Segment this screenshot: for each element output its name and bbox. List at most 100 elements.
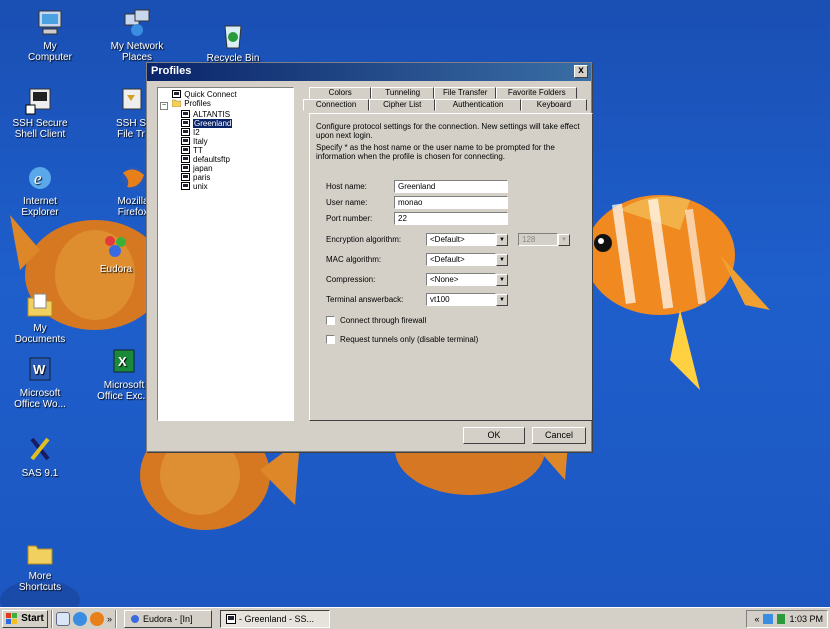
desktop-icon-recycle-bin[interactable]: Recycle Bin xyxy=(193,20,273,64)
profile-tree[interactable]: Quick Connect − Profiles ALTANTIS Greenla… xyxy=(157,87,294,421)
dropdown-arrow-icon[interactable]: ▼ xyxy=(496,293,508,306)
tree-node-quick-connect[interactable]: Quick Connect xyxy=(160,90,291,99)
tunnels-checkbox[interactable] xyxy=(326,335,335,344)
desktop-icon-ssh-client[interactable]: SSH Secure Shell Client xyxy=(0,85,80,140)
quick-launch-chevron[interactable]: » xyxy=(107,614,112,624)
network-icon[interactable] xyxy=(763,614,774,624)
tree-node-label: TT xyxy=(193,146,203,155)
taskbar: Start » Eudora - [In] - Greenland - SS..… xyxy=(0,607,830,629)
host-name-field[interactable]: Greenland xyxy=(394,180,508,193)
tree-node-profile[interactable]: Greenland xyxy=(160,119,291,128)
quick-launch: » xyxy=(56,611,112,626)
tab-cipher-list[interactable]: Cipher List xyxy=(369,99,436,111)
cancel-button[interactable]: Cancel xyxy=(532,427,586,444)
mac-row: MAC algorithm: <Default> ▼ xyxy=(326,253,508,266)
folder-icon xyxy=(27,545,53,565)
tree-node-profiles[interactable]: − Profiles xyxy=(160,99,291,110)
internet-explorer-icon[interactable] xyxy=(73,611,87,626)
tree-node-label: defaultsftp xyxy=(193,155,230,164)
compression-select[interactable]: <None> ▼ xyxy=(426,273,508,286)
firewall-checkbox[interactable] xyxy=(326,316,335,325)
task-greenland-label: - Greenland - SS... xyxy=(239,613,315,624)
tab-file-transfer[interactable]: File Transfer xyxy=(433,87,497,99)
tab-keyboard[interactable]: Keyboard xyxy=(520,99,587,111)
sas-icon xyxy=(30,437,50,461)
tray-chevron[interactable]: « xyxy=(754,614,759,624)
firewall-checkbox-row[interactable]: Connect through firewall xyxy=(326,316,426,325)
dropdown-arrow-icon[interactable]: ▼ xyxy=(496,253,508,266)
encryption-select[interactable]: <Default> ▼ xyxy=(426,233,508,246)
dropdown-arrow-icon[interactable]: ▼ xyxy=(496,233,508,246)
show-desktop-icon[interactable] xyxy=(56,611,70,626)
ssh-client-icon xyxy=(25,88,51,115)
tab-tunneling[interactable]: Tunneling xyxy=(371,87,434,99)
profile-icon xyxy=(172,90,182,98)
svg-text:e: e xyxy=(34,169,42,188)
port-row: Port number: 22 xyxy=(326,212,508,225)
my-computer-icon xyxy=(38,10,62,35)
desktop-icon-sas[interactable]: SAS 9.1 xyxy=(0,435,80,479)
compression-label: Compression: xyxy=(326,275,376,284)
dialog-titlebar[interactable]: Profiles x xyxy=(147,63,591,81)
ok-button[interactable]: OK xyxy=(463,427,525,444)
port-label: Port number: xyxy=(326,214,373,223)
desktop-icon-my-computer[interactable]: My Computer xyxy=(10,8,90,63)
profile-icon xyxy=(181,146,190,154)
terminal-label: Terminal answerback: xyxy=(326,295,404,304)
tunnels-checkbox-row[interactable]: Request tunnels only (disable terminal) xyxy=(326,335,478,344)
tree-node-label: Greenland xyxy=(193,119,233,128)
tab-authentication[interactable]: Authentication xyxy=(435,99,521,111)
eudora-icon xyxy=(105,236,126,257)
tab-row-front: Connection Cipher List Authentication Ke… xyxy=(303,99,587,111)
collapse-icon[interactable]: − xyxy=(160,102,168,110)
tree-node-profile[interactable]: unix xyxy=(160,182,291,191)
tree-node-label: Italy xyxy=(193,137,208,146)
desktop-icon-more-shortcuts[interactable]: More Shortcuts xyxy=(0,538,80,593)
internet-explorer-icon: e xyxy=(29,167,51,189)
clock[interactable]: 1:03 PM xyxy=(789,614,823,624)
dropdown-arrow-icon[interactable]: ▼ xyxy=(496,273,508,286)
start-button[interactable]: Start xyxy=(2,609,48,628)
tree-node-profile[interactable]: paris xyxy=(160,173,291,182)
desktop-icon-my-documents[interactable]: My Documents xyxy=(0,290,80,345)
excel-icon: X xyxy=(113,349,135,373)
desktop-icon-my-network-places[interactable]: My Network Places xyxy=(97,8,177,63)
task-eudora[interactable]: Eudora - [In] xyxy=(124,609,213,628)
firefox-icon xyxy=(122,167,144,189)
my-documents-icon xyxy=(27,293,53,317)
user-label: User name: xyxy=(326,198,368,207)
task-greenland-ssh[interactable]: - Greenland - SS... xyxy=(220,609,331,628)
mac-select[interactable]: <Default> ▼ xyxy=(426,253,508,266)
tree-node-profile[interactable]: defaultsftp xyxy=(160,155,291,164)
close-button[interactable]: x xyxy=(574,65,588,78)
tab-colors[interactable]: Colors xyxy=(309,87,372,99)
desktop-icon-internet-explorer[interactable]: e Internet Explorer xyxy=(0,163,80,218)
tab-connection[interactable]: Connection xyxy=(303,99,370,111)
tree-node-label: ALTANTIS xyxy=(193,110,231,119)
encryption-row: Encryption algorithm: <Default> ▼ 128 ▼ xyxy=(326,233,570,246)
user-name-field[interactable]: monao xyxy=(394,196,508,209)
tree-node-profile[interactable]: Italy xyxy=(160,137,291,146)
tree-node-label: unix xyxy=(193,182,208,191)
port-number-field[interactable]: 22 xyxy=(394,212,508,225)
tree-node-profile[interactable]: I2 xyxy=(160,128,291,137)
host-row: Host name: Greenland xyxy=(326,180,508,193)
encryption-value: <Default> xyxy=(426,233,496,246)
tree-node-profile[interactable]: japan xyxy=(160,164,291,173)
desktop-icon-word[interactable]: W Microsoft Office Wo... xyxy=(0,355,80,410)
tree-node-profile[interactable]: TT xyxy=(160,146,291,155)
firefox-icon[interactable] xyxy=(90,611,104,626)
tree-node-profile[interactable]: ALTANTIS xyxy=(160,110,291,119)
eudora-icon xyxy=(131,614,140,623)
desktop-icon-eudora[interactable]: Eudora xyxy=(76,231,156,275)
taskbar-separator xyxy=(115,609,118,628)
tab-favorite-folders[interactable]: Favorite Folders xyxy=(496,87,578,99)
task-eudora-label: Eudora - [In] xyxy=(143,613,193,624)
taskbar-separator xyxy=(51,609,53,628)
tab-strip: Colors Tunneling File Transfer Favorite … xyxy=(303,87,587,111)
status-icon[interactable] xyxy=(777,614,786,624)
panel-description: Configure protocol settings for the conn… xyxy=(316,122,582,161)
terminal-select[interactable]: vt100 ▼ xyxy=(426,293,508,306)
word-icon: W xyxy=(29,357,51,381)
encryption-bits-value: 128 xyxy=(518,233,558,246)
